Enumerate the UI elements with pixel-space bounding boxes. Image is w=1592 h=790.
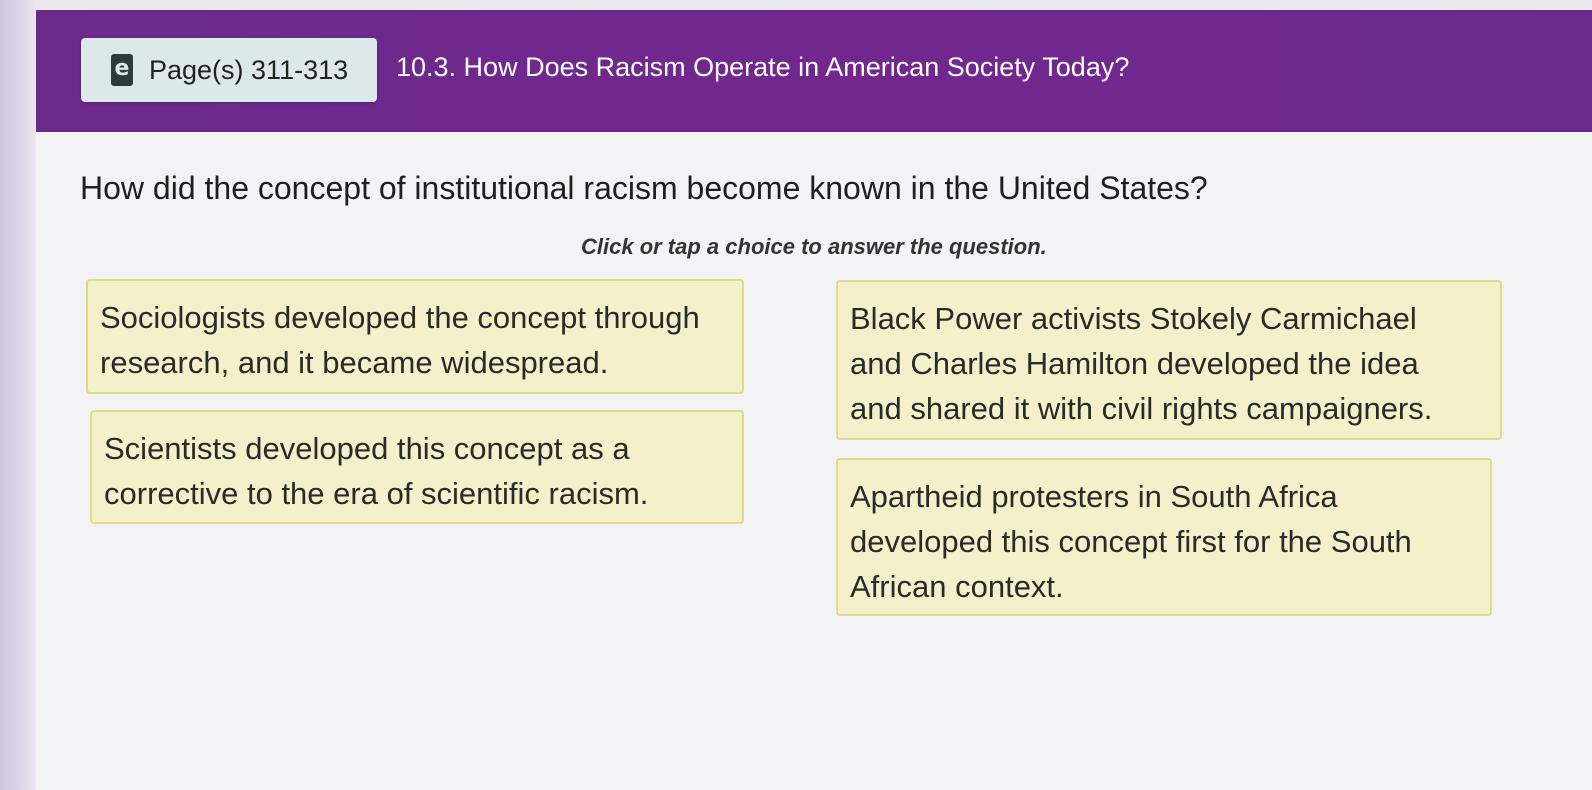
page-reference-label: Page(s) 311-313 [149,54,349,85]
section-title: 10.3. How Does Racism Operate in America… [396,52,1130,82]
choice-2-line-1: Scientists developed this concept as a [104,431,630,466]
choice-1-line-2: research, and it became widespread. [100,345,609,380]
answer-choice-2[interactable]: Scientists developed this concept as a c… [90,410,744,524]
choice-4-line-2: developed this concept first for the Sou… [850,524,1412,559]
choice-3-line-2: and Charles Hamilton developed the idea [850,346,1419,381]
ebook-icon: e [111,54,133,86]
section-header: e Page(s) 311-313 10.3. How Does Racism … [36,10,1592,132]
instruction-text: Click or tap a choice to answer the ques… [581,234,1047,259]
top-strip [36,0,1592,10]
app-screen: e Page(s) 311-313 10.3. How Does Racism … [36,0,1592,790]
choice-4-line-1: Apartheid protesters in South Africa [850,479,1338,514]
question-text: How did the concept of institutional rac… [80,170,1208,206]
answer-choice-4[interactable]: Apartheid protesters in South Africa dev… [836,458,1492,616]
answer-choice-3[interactable]: Black Power activists Stokely Carmichael… [836,280,1502,440]
page-reference-button[interactable]: e Page(s) 311-313 [81,38,377,102]
answer-choice-1[interactable]: Sociologists developed the concept throu… [86,279,744,394]
screen-bezel [0,0,38,790]
choice-3-line-1: Black Power activists Stokely Carmichael [850,301,1417,336]
choice-3-line-3: and shared it with civil rights campaign… [850,391,1433,426]
choice-2-line-2: corrective to the era of scientific raci… [104,476,649,511]
choice-4-line-3: African context. [850,569,1064,604]
choice-1-line-1: Sociologists developed the concept throu… [100,300,700,335]
